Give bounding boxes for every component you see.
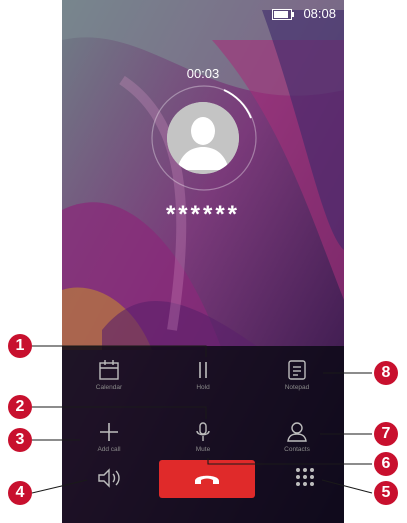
callout-5: 5 xyxy=(374,481,398,505)
action-notepad[interactable]: Notepad xyxy=(250,358,344,391)
action-hold[interactable]: Hold xyxy=(156,358,250,391)
contact-avatar xyxy=(167,102,239,174)
calendar-icon xyxy=(99,360,119,380)
status-time: 08:08 xyxy=(303,6,336,21)
person-icon xyxy=(287,422,307,442)
call-timer: 00:03 xyxy=(186,66,220,81)
callout-8: 8 xyxy=(374,361,398,385)
plus-icon xyxy=(100,423,118,441)
speaker-button[interactable] xyxy=(96,466,124,495)
end-call-button[interactable] xyxy=(159,460,255,498)
action-add-call[interactable]: Add call xyxy=(62,420,156,453)
callout-1: 1 xyxy=(8,334,32,358)
callout-2: 2 xyxy=(8,395,32,419)
phone-screen: 08:08 00:03 ****** Calendar Hold Notepad… xyxy=(62,0,344,523)
person-silhouette-icon xyxy=(167,102,239,174)
callout-4: 4 xyxy=(8,481,32,505)
dialpad-icon xyxy=(296,468,314,486)
action-label: Notepad xyxy=(284,384,310,391)
action-contacts[interactable]: Contacts xyxy=(250,420,344,453)
microphone-icon xyxy=(196,422,210,441)
action-label: Hold xyxy=(196,384,210,391)
dialpad-button[interactable] xyxy=(294,466,316,493)
action-label: Contacts xyxy=(284,446,310,453)
action-mute[interactable]: Mute xyxy=(156,420,250,453)
battery-icon xyxy=(272,9,294,20)
pause-icon xyxy=(199,362,207,378)
end-call-icon xyxy=(195,475,219,484)
callout-7: 7 xyxy=(374,422,398,446)
action-label: Mute xyxy=(195,446,211,453)
caller-number: ****** xyxy=(165,201,241,228)
action-calendar[interactable]: Calendar xyxy=(62,358,156,391)
callout-3: 3 xyxy=(8,428,32,452)
notepad-icon xyxy=(288,360,306,380)
action-label: Calendar xyxy=(95,384,123,391)
speaker-icon xyxy=(98,468,120,488)
status-bar: 08:08 xyxy=(62,0,344,28)
callout-6: 6 xyxy=(374,452,398,476)
action-label: Add call xyxy=(97,446,121,453)
